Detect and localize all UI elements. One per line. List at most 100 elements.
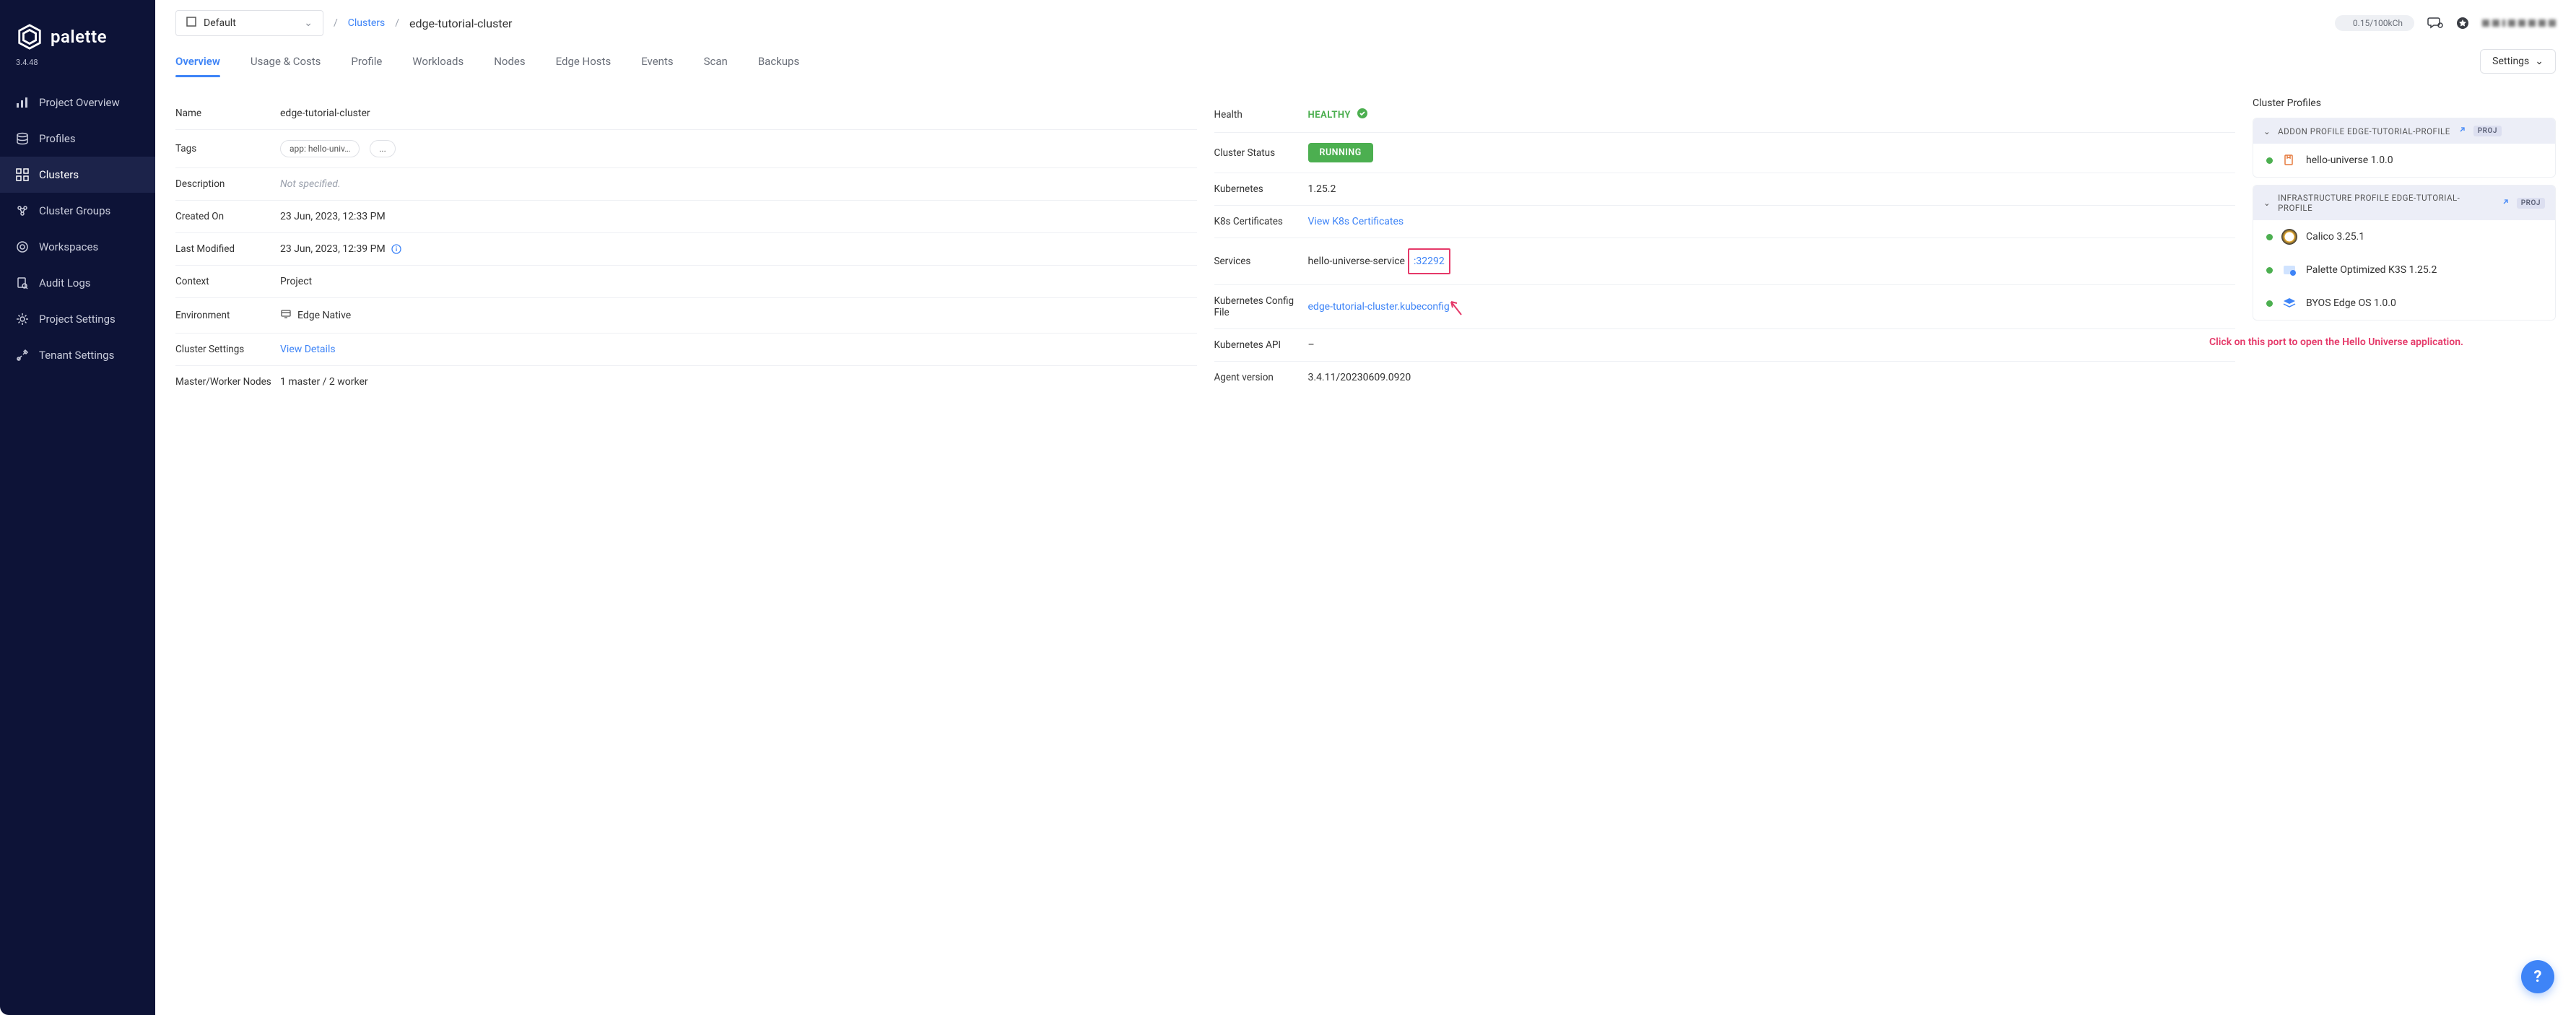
logo-text: palette xyxy=(51,27,107,47)
sidebar-item-tenant-settings[interactable]: Tenant Settings xyxy=(0,337,155,373)
status-dot-icon xyxy=(2266,300,2273,307)
label-cluster-settings: Cluster Settings xyxy=(175,344,280,355)
value-environment: Edge Native xyxy=(297,310,351,321)
profile-item[interactable]: Palette Optimized K3S 1.25.2 xyxy=(2253,253,2555,287)
profile-item[interactable]: Calico 3.25.1 xyxy=(2253,220,2555,253)
status-dot-icon xyxy=(2266,267,2273,274)
search-doc-icon xyxy=(16,276,29,289)
sidebar-item-label: Tenant Settings xyxy=(39,349,114,362)
crumb-separator: / xyxy=(395,17,399,29)
tab-overview[interactable]: Overview xyxy=(175,46,220,77)
sidebar-item-profiles[interactable]: Profiles xyxy=(0,121,155,157)
infra-profile-group: ⌄ INFRASTRUCTURE PROFILE EDGE-TUTORIAL-P… xyxy=(2253,185,2556,321)
link-icon xyxy=(2501,198,2510,209)
sidebar-item-project-overview[interactable]: Project Overview xyxy=(0,84,155,121)
value-description: Not specified. xyxy=(280,178,1197,190)
chevron-down-icon: ⌄ xyxy=(304,17,313,29)
label-agent: Agent version xyxy=(1214,372,1308,383)
label-created: Created On xyxy=(175,211,280,222)
tag-chip[interactable]: app: hello-univ… xyxy=(280,140,360,157)
proj-badge: PROJ xyxy=(2473,126,2502,136)
usage-pill[interactable]: 0.15/100kCh xyxy=(2335,15,2414,31)
tab-nodes[interactable]: Nodes xyxy=(494,46,525,77)
breadcrumb-clusters[interactable]: Clusters xyxy=(348,17,385,29)
value-nodes: 1 master / 2 worker xyxy=(280,376,1197,388)
sidebar-item-label: Workspaces xyxy=(39,240,98,253)
help-button[interactable]: ? xyxy=(2521,960,2554,993)
profile-item[interactable]: hello-universe 1.0.0 xyxy=(2253,144,2555,177)
label-status: Cluster Status xyxy=(1214,147,1308,159)
logo[interactable]: palette xyxy=(0,14,155,55)
scope-selector[interactable]: Default ⌄ xyxy=(175,10,323,36)
sidebar-item-workspaces[interactable]: Workspaces xyxy=(0,229,155,265)
tab-backups[interactable]: Backups xyxy=(758,46,799,77)
label-environment: Environment xyxy=(175,310,280,321)
view-details-link[interactable]: View Details xyxy=(280,344,336,355)
tabs: Overview Usage & Costs Profile Workloads… xyxy=(155,46,2576,77)
groups-icon xyxy=(16,204,29,217)
addon-profile-group: ⌄ ADDON PROFILE EDGE-TUTORIAL-PROFILE PR… xyxy=(2253,118,2556,178)
profile-item-label: Palette Optimized K3S 1.25.2 xyxy=(2306,264,2437,276)
check-icon xyxy=(1357,108,1368,122)
version: 3.4.48 xyxy=(0,55,155,84)
chevron-down-icon: ⌄ xyxy=(2263,198,2271,208)
tab-workloads[interactable]: Workloads xyxy=(412,46,464,77)
value-modified: 23 Jun, 2023, 12:39 PM xyxy=(280,243,386,255)
link-icon xyxy=(2458,126,2466,136)
tag-more[interactable]: ... xyxy=(370,140,396,157)
profile-item-label: hello-universe 1.0.0 xyxy=(2306,154,2393,166)
star-icon[interactable] xyxy=(2456,17,2469,30)
sidebar-item-label: Project Settings xyxy=(39,313,116,326)
label-kubernetes: Kubernetes xyxy=(1214,183,1308,195)
sidebar-item-label: Profiles xyxy=(39,132,76,145)
annotation-text: Click on this port to open the Hello Uni… xyxy=(2209,336,2556,348)
tab-scan[interactable]: Scan xyxy=(704,46,728,77)
settings-button[interactable]: Settings ⌄ xyxy=(2480,49,2556,74)
view-certs-link[interactable]: View K8s Certificates xyxy=(1308,216,1404,227)
addon-profile-header[interactable]: ⌄ ADDON PROFILE EDGE-TUTORIAL-PROFILE PR… xyxy=(2253,118,2555,144)
sidebar-item-cluster-groups[interactable]: Cluster Groups xyxy=(0,193,155,229)
scope-value: Default xyxy=(204,17,236,29)
clusters-icon xyxy=(16,168,29,181)
sidebar-item-label: Cluster Groups xyxy=(39,204,110,217)
sidebar-item-project-settings[interactable]: Project Settings xyxy=(0,301,155,337)
value-kubernetes: 1.25.2 xyxy=(1308,183,2236,195)
infra-header-text: INFRASTRUCTURE PROFILE EDGE-TUTORIAL-PRO… xyxy=(2278,193,2494,213)
info-icon[interactable] xyxy=(391,244,401,254)
byos-icon xyxy=(2281,295,2297,311)
infra-profile-header[interactable]: ⌄ INFRASTRUCTURE PROFILE EDGE-TUTORIAL-P… xyxy=(2253,186,2555,220)
profiles-title: Cluster Profiles xyxy=(2253,97,2556,109)
service-port-link[interactable]: :32292 xyxy=(1408,248,1450,274)
sidebar: palette 3.4.48 Project Overview Profiles… xyxy=(0,0,155,1015)
logo-icon xyxy=(16,23,43,51)
profile-item-label: BYOS Edge OS 1.0.0 xyxy=(2306,297,2396,309)
topbar: Default ⌄ / Clusters / edge-tutorial-clu… xyxy=(155,0,2576,46)
label-modified: Last Modified xyxy=(175,243,280,255)
sidebar-item-label: Audit Logs xyxy=(39,276,91,289)
label-k8s-certs: K8s Certificates xyxy=(1214,216,1308,227)
health-status: HEALTHY xyxy=(1308,110,1351,121)
chevron-down-icon: ⌄ xyxy=(2263,126,2271,136)
kubeconfig-link[interactable]: edge-tutorial-cluster.kubeconfig xyxy=(1308,301,1450,313)
label-tags: Tags xyxy=(175,143,280,154)
tab-edge-hosts[interactable]: Edge Hosts xyxy=(556,46,612,77)
label-services: Services xyxy=(1214,256,1308,267)
sidebar-item-audit-logs[interactable]: Audit Logs xyxy=(0,265,155,301)
edge-icon xyxy=(280,308,292,323)
profile-item[interactable]: BYOS Edge OS 1.0.0 xyxy=(2253,287,2555,320)
tab-usage-costs[interactable]: Usage & Costs xyxy=(251,46,321,77)
label-k8s-api: Kubernetes API xyxy=(1214,339,1308,351)
sidebar-item-clusters[interactable]: Clusters xyxy=(0,157,155,193)
label-context: Context xyxy=(175,276,280,287)
status-dot-icon xyxy=(2266,157,2273,164)
service-name: hello-universe-service xyxy=(1308,256,1405,267)
gear-icon xyxy=(16,313,29,326)
user-menu[interactable]: ▼ xyxy=(2482,19,2556,27)
panel-cluster-details: Name edge-tutorial-cluster Tags app: hel… xyxy=(175,97,1197,398)
pack-icon xyxy=(2281,152,2297,168)
chevron-down-icon: ⌄ xyxy=(2535,56,2544,67)
chat-icon[interactable] xyxy=(2427,15,2443,31)
tab-events[interactable]: Events xyxy=(641,46,673,77)
label-config-file: Kubernetes Config File xyxy=(1214,295,1308,318)
tab-profile[interactable]: Profile xyxy=(351,46,382,77)
